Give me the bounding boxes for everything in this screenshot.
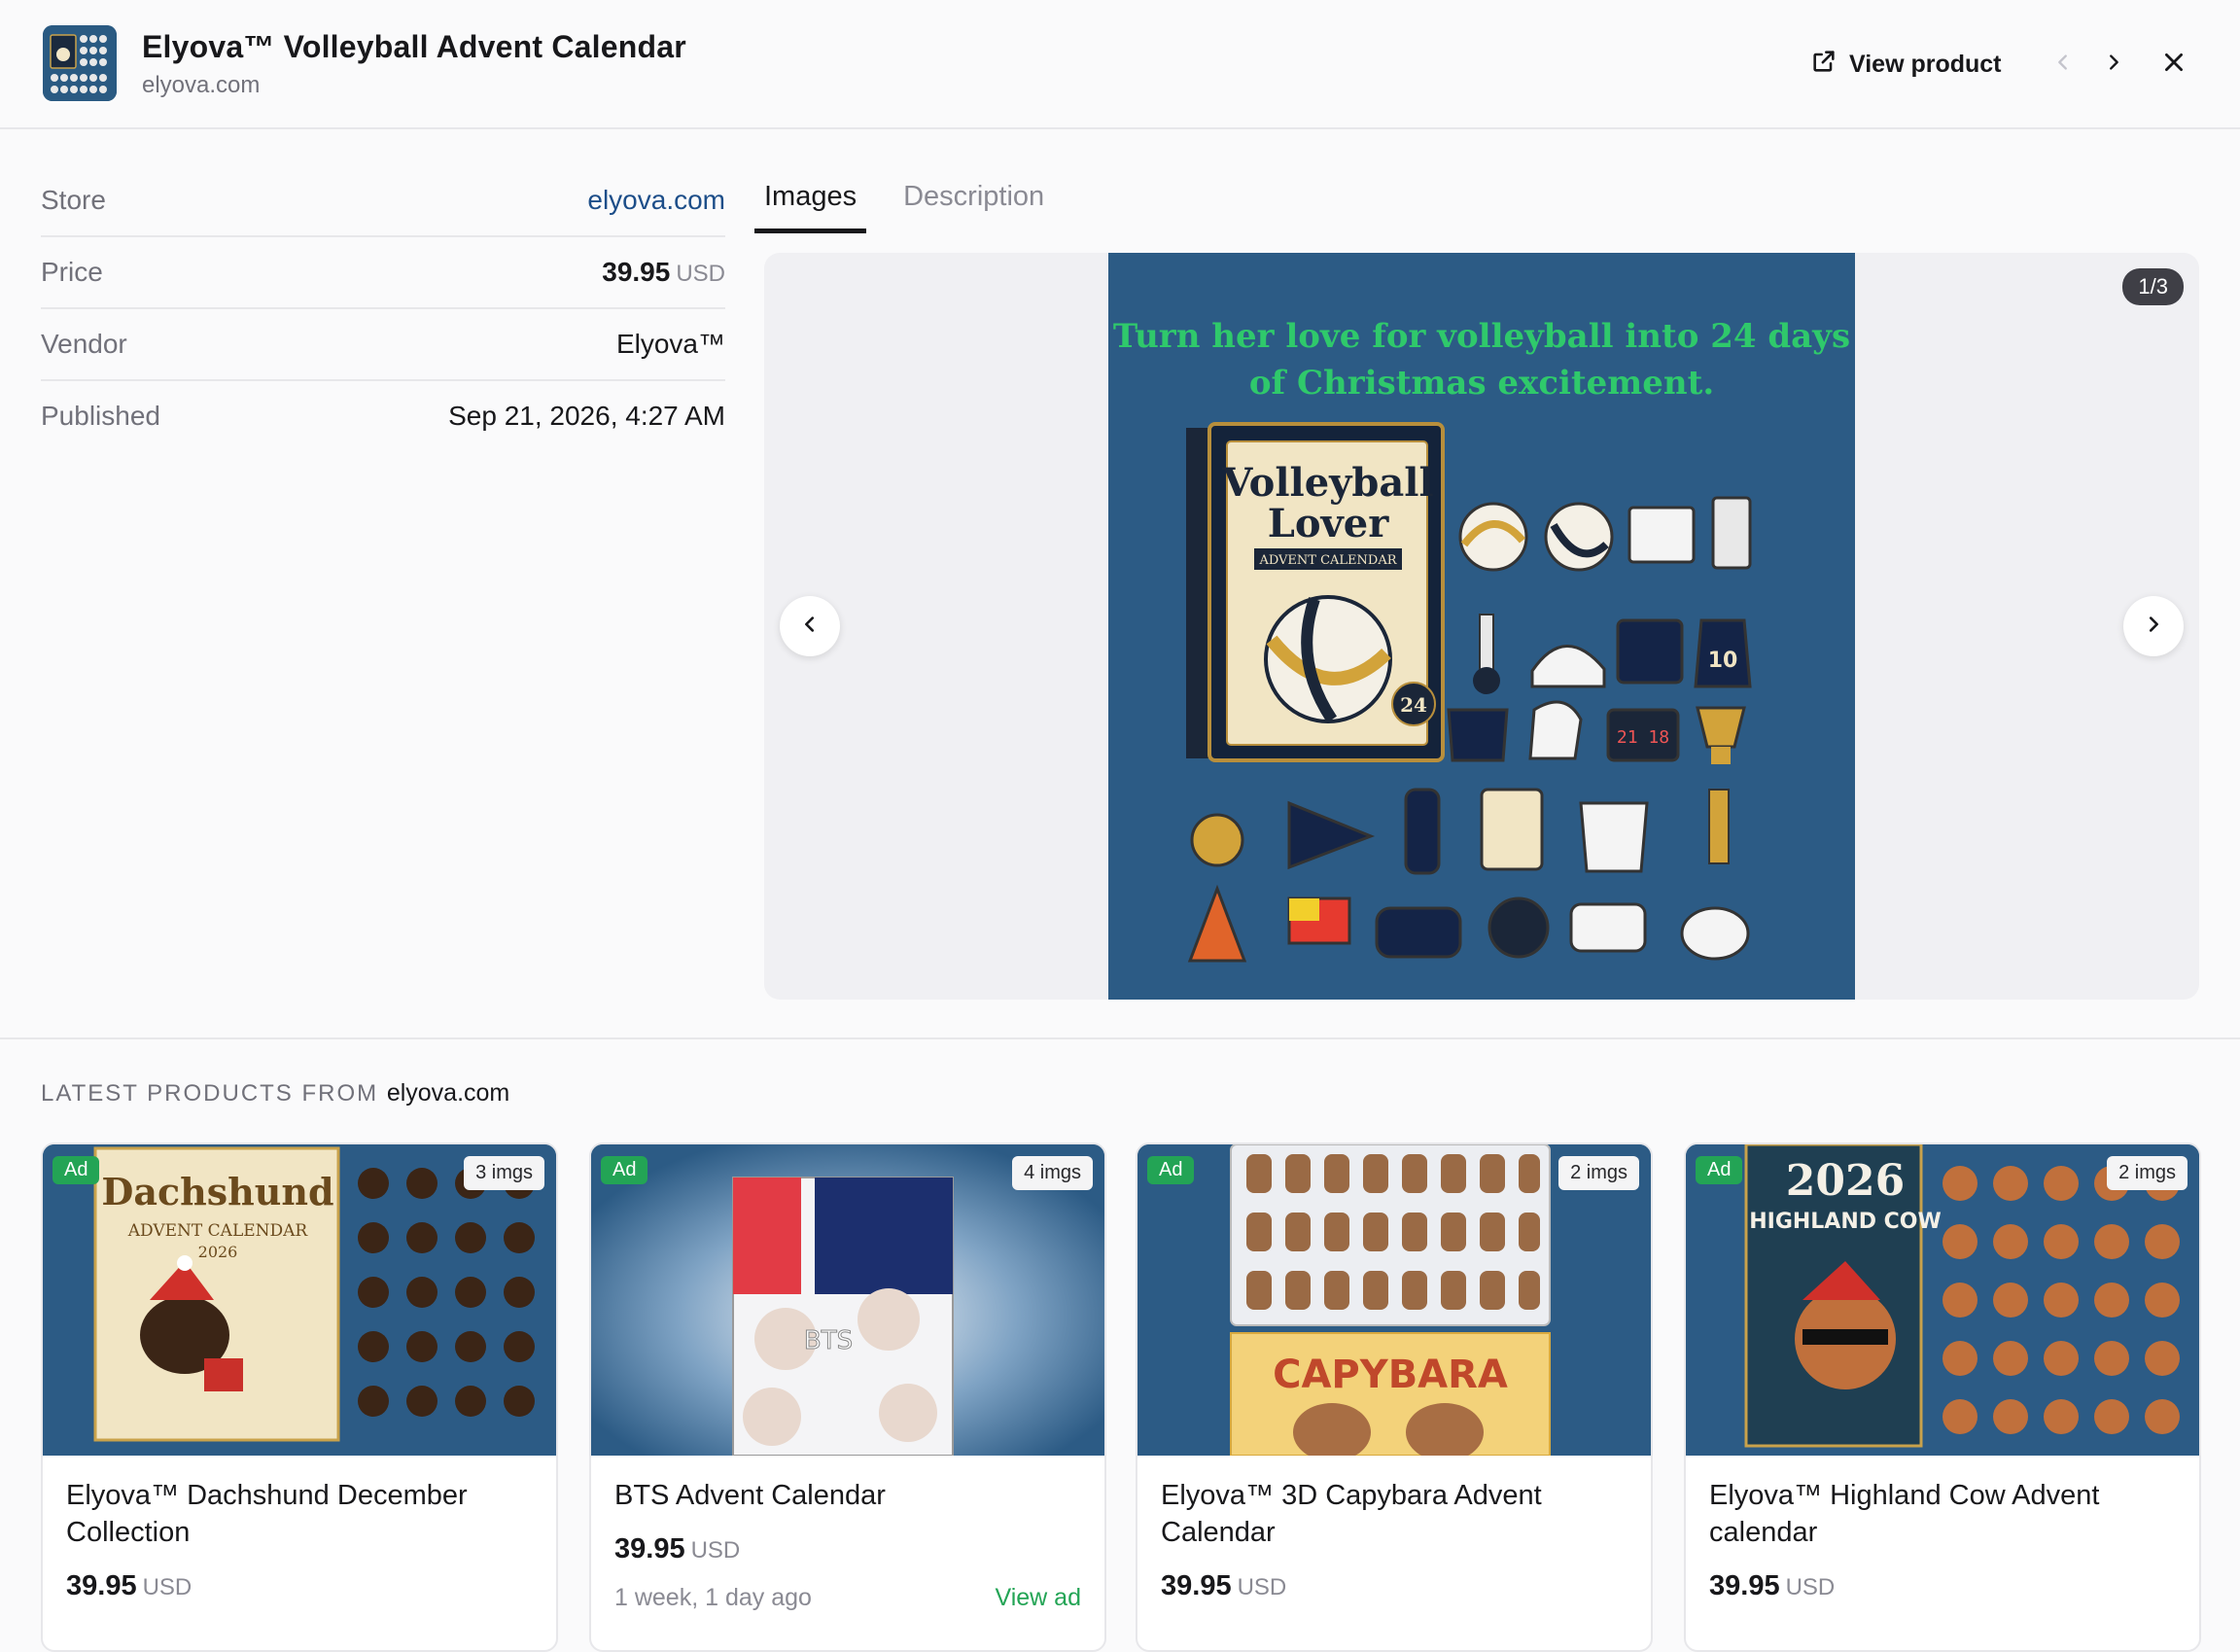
product-card-title: Elyova™ Dachshund December Collection — [66, 1480, 468, 1548]
detail-label: Published — [41, 401, 160, 431]
detail-value: elyova.com — [587, 185, 725, 216]
content-tabs: Images Description — [754, 173, 1054, 233]
svg-text:HIGHLAND COW: HIGHLAND COW — [1749, 1210, 1942, 1234]
detail-value: Elyova™ — [615, 329, 725, 359]
product-card-price: 39.95 USD — [66, 1570, 192, 1602]
image-counter: 1/3 — [2122, 268, 2184, 305]
gallery-main-image: Turn her love for volleyball into 24 day… — [1108, 253, 1855, 1000]
svg-text:CAPYBARA: CAPYBARA — [1273, 1353, 1508, 1397]
ad-badge: Ad — [52, 1156, 100, 1184]
svg-text:Dachshund: Dachshund — [101, 1170, 333, 1213]
price-amount: 39.95 — [66, 1570, 137, 1601]
detail-row-published: Published Sep 21, 2026, 4:27 AM — [41, 381, 725, 451]
close-icon — [2161, 50, 2187, 80]
modal-header: Elyova™ Volleyball Advent Calendar elyov… — [0, 0, 2240, 129]
previous-product-button[interactable] — [2046, 45, 2081, 84]
latest-products-store: elyova.com — [386, 1079, 510, 1107]
ad-badge: Ad — [1147, 1156, 1195, 1184]
svg-text:Volleyball: Volleyball — [1221, 460, 1433, 506]
detail-label: Vendor — [41, 329, 127, 359]
detail-value: Sep 21, 2026, 4:27 AM — [448, 401, 725, 431]
detail-value: 39.95 USD — [602, 257, 725, 288]
tab-images[interactable]: Images — [754, 173, 867, 233]
gallery-next-button[interactable] — [2123, 596, 2184, 656]
section-divider — [0, 1037, 2240, 1039]
svg-text:2026: 2026 — [1786, 1156, 1905, 1206]
product-card-image: BTS — [591, 1144, 1104, 1456]
detail-label: Price — [41, 257, 103, 287]
chevron-left-icon — [799, 614, 821, 640]
product-store: elyova.com — [142, 72, 261, 98]
image-count-badge: 3 imgs — [464, 1156, 544, 1190]
ad-age: 1 week, 1 day ago — [614, 1584, 812, 1611]
view-product-label: View product — [1849, 50, 2002, 78]
price-currency: USD — [1237, 1574, 1287, 1600]
chevron-right-icon — [2143, 614, 2164, 640]
view-product-link[interactable]: View product — [1810, 47, 2002, 82]
price-currency: USD — [690, 1537, 741, 1564]
product-details: Store elyova.com Price 39.95 USD Vendor E… — [41, 165, 725, 451]
price-currency: USD — [676, 261, 725, 287]
image-gallery: Turn her love for volleyball into 24 day… — [764, 253, 2199, 1000]
product-card-title: BTS Advent Calendar — [614, 1480, 886, 1511]
card-image-text: BTS — [804, 1326, 853, 1355]
price-currency: USD — [1785, 1574, 1836, 1600]
svg-text:24: 24 — [1400, 693, 1427, 717]
close-button[interactable] — [2156, 45, 2191, 84]
detail-label: Store — [41, 185, 106, 215]
price-amount: 39.95 — [1709, 1570, 1780, 1601]
image-count-badge: 2 imgs — [2107, 1156, 2188, 1190]
price-currency: USD — [142, 1574, 192, 1600]
ad-badge: Ad — [601, 1156, 648, 1184]
product-card-title: Elyova™ Highland Cow Advent calendar — [1709, 1480, 2100, 1548]
product-thumbnail — [43, 25, 117, 101]
svg-text:Lover: Lover — [1268, 501, 1389, 546]
product-card-price: 39.95 USD — [614, 1533, 740, 1565]
detail-row-vendor: Vendor Elyova™ — [41, 309, 725, 381]
product-card-image: Dachshund ADVENT CALENDAR 2026 — [43, 1144, 556, 1456]
product-card-image: CAPYBARA — [1138, 1144, 1651, 1456]
product-card-price: 39.95 USD — [1709, 1570, 1835, 1602]
product-card[interactable]: CAPYBARA Ad 2 imgs Elyova™ 3D Capybara A… — [1136, 1142, 1653, 1652]
image-count-badge: 2 imgs — [1558, 1156, 1639, 1190]
svg-text:2026: 2026 — [198, 1243, 238, 1261]
product-card-image: 2026 HIGHLAND COW — [1686, 1144, 2199, 1456]
next-product-button[interactable] — [2096, 45, 2131, 84]
product-card-title: Elyova™ 3D Capybara Advent Calendar — [1161, 1480, 1542, 1548]
product-card[interactable]: Dachshund ADVENT CALENDAR 2026 Ad 3 imgs… — [41, 1142, 558, 1652]
image-count-badge: 4 imgs — [1012, 1156, 1093, 1190]
store-link[interactable]: elyova.com — [587, 185, 725, 215]
chevron-right-icon — [2103, 52, 2124, 78]
svg-text:21 18: 21 18 — [1617, 727, 1669, 748]
chevron-left-icon — [2052, 52, 2074, 78]
svg-text:ADVENT CALENDAR: ADVENT CALENDAR — [1258, 553, 1397, 568]
ad-badge: Ad — [1696, 1156, 1743, 1184]
product-card-price: 39.95 USD — [1161, 1570, 1286, 1602]
tab-description[interactable]: Description — [893, 173, 1054, 233]
price-amount: 39.95 — [1161, 1570, 1232, 1601]
latest-products-heading: LATEST PRODUCTS FROM elyova.com — [41, 1079, 509, 1107]
gallery-previous-button[interactable] — [780, 596, 840, 656]
detail-row-store: Store elyova.com — [41, 165, 725, 237]
price-amount: 39.95 — [602, 257, 671, 287]
external-link-icon — [1810, 48, 1838, 82]
detail-row-price: Price 39.95 USD — [41, 237, 725, 309]
calendar-box-illustration: Volleyball Lover ADVENT CALENDAR 24 — [1186, 422, 1445, 762]
view-ad-link[interactable]: View ad — [996, 1584, 1082, 1612]
product-card[interactable]: BTS Ad 4 imgs BTS Advent Calendar 39.95 U… — [589, 1142, 1106, 1652]
price-amount: 39.95 — [614, 1533, 685, 1564]
product-card[interactable]: 2026 HIGHLAND COW Ad 2 imgs Elyova™ High… — [1684, 1142, 2201, 1652]
product-title: Elyova™ Volleyball Advent Calendar — [142, 29, 686, 64]
latest-products-prefix: LATEST PRODUCTS FROM — [41, 1080, 379, 1107]
svg-text:10: 10 — [1708, 649, 1738, 673]
svg-text:ADVENT CALENDAR: ADVENT CALENDAR — [127, 1221, 309, 1241]
